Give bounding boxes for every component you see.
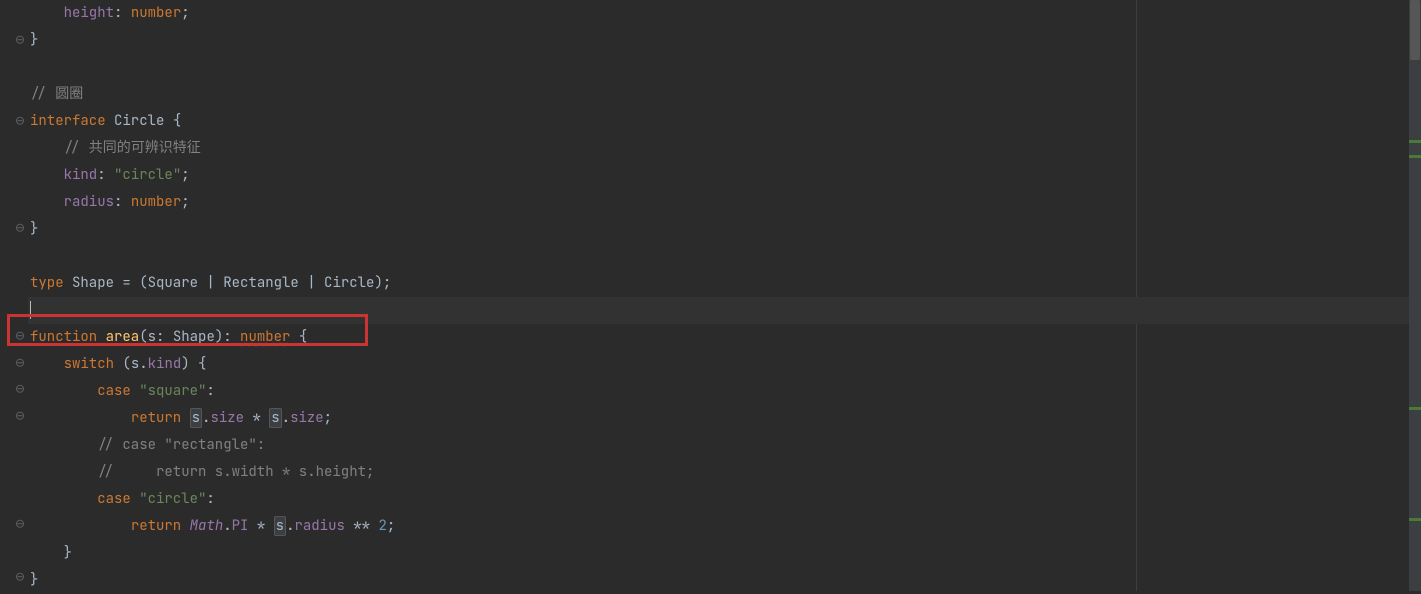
- gutter-fold[interactable]: [0, 134, 27, 161]
- gutter-fold[interactable]: ⊖: [0, 510, 27, 537]
- code-line[interactable]: height: number;: [28, 0, 1421, 27]
- gutter-fold[interactable]: [0, 269, 27, 296]
- code-line[interactable]: // 圆圈: [28, 81, 1421, 108]
- code-line[interactable]: radius: number;: [28, 189, 1421, 216]
- code-line[interactable]: }: [28, 27, 1421, 54]
- code-line[interactable]: }: [28, 216, 1421, 243]
- caret-icon: [30, 301, 31, 319]
- code-line[interactable]: kind: "circle";: [28, 162, 1421, 189]
- code-line[interactable]: return Math.PI * s.radius ** 2;: [28, 513, 1421, 540]
- gutter-fold[interactable]: [0, 483, 27, 510]
- gutter-fold[interactable]: [0, 242, 27, 269]
- code-line[interactable]: return s.size * s.size;: [28, 405, 1421, 432]
- scrollbar[interactable]: [1409, 0, 1421, 591]
- code-line[interactable]: [28, 243, 1421, 270]
- code-area[interactable]: height: number; } // 圆圈 interface Circle…: [28, 0, 1421, 591]
- gutter-fold[interactable]: ⊖: [0, 107, 27, 134]
- code-line-current[interactable]: [28, 297, 1421, 324]
- gutter-fold[interactable]: [0, 161, 27, 188]
- gutter-fold[interactable]: ⊖: [0, 403, 27, 430]
- scroll-marker[interactable]: [1409, 140, 1421, 143]
- gutter-fold[interactable]: [0, 0, 27, 27]
- code-line[interactable]: }: [28, 567, 1421, 594]
- code-editor[interactable]: ⊖ ⊖ ⊖ ⊖ ⊖ ⊖ ⊖ ⊖ ⊖ height: number; } // 圆…: [0, 0, 1421, 591]
- code-line[interactable]: // 共同的可辨识特征: [28, 135, 1421, 162]
- scroll-marker[interactable]: [1409, 518, 1421, 521]
- gutter-fold[interactable]: [0, 81, 27, 108]
- gutter-fold[interactable]: [0, 430, 27, 457]
- gutter-fold[interactable]: ⊖: [0, 322, 27, 349]
- scroll-marker[interactable]: [1409, 407, 1421, 410]
- code-line[interactable]: // return s.width * s.height;: [28, 459, 1421, 486]
- gutter-fold[interactable]: [0, 188, 27, 215]
- gutter-fold[interactable]: [0, 295, 27, 322]
- code-line[interactable]: switch (s.kind) {: [28, 351, 1421, 378]
- code-line[interactable]: type Shape = (Square | Rectangle | Circl…: [28, 270, 1421, 297]
- gutter-fold[interactable]: ⊖: [0, 564, 27, 591]
- code-line[interactable]: function area(s: Shape): number {: [28, 324, 1421, 351]
- gutter-fold[interactable]: [0, 54, 27, 81]
- gutter-fold[interactable]: ⊖: [0, 27, 27, 54]
- code-line[interactable]: // case "rectangle":: [28, 432, 1421, 459]
- code-line[interactable]: case "circle":: [28, 486, 1421, 513]
- code-line[interactable]: interface Circle {: [28, 108, 1421, 135]
- gutter-fold[interactable]: ⊖: [0, 349, 27, 376]
- gutter: ⊖ ⊖ ⊖ ⊖ ⊖ ⊖ ⊖ ⊖ ⊖: [0, 0, 28, 591]
- gutter-fold[interactable]: [0, 537, 27, 564]
- code-line[interactable]: }: [28, 540, 1421, 567]
- code-line[interactable]: [28, 54, 1421, 81]
- scrollbar-thumb[interactable]: [1410, 0, 1420, 60]
- gutter-fold[interactable]: ⊖: [0, 215, 27, 242]
- gutter-fold[interactable]: ⊖: [0, 376, 27, 403]
- scroll-marker[interactable]: [1409, 155, 1421, 158]
- code-line[interactable]: case "square":: [28, 378, 1421, 405]
- gutter-fold[interactable]: [0, 457, 27, 484]
